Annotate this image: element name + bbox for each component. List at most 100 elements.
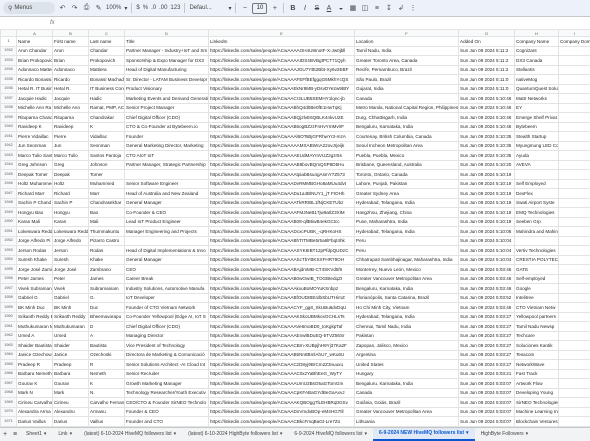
table-cell[interactable] <box>559 360 590 370</box>
table-cell[interactable]: Muthukumaran M <box>17 322 53 332</box>
table-cell[interactable]: Soluciones Kantik <box>515 341 559 351</box>
text-wrap-icon[interactable]: ↲ <box>396 4 405 12</box>
table-cell[interactable]: Janice Ozechow <box>17 350 53 360</box>
column-header[interactable]: C <box>89 30 125 37</box>
table-cell[interactable]: https://linkedin.com/sales/people/ACwAAA… <box>209 132 355 142</box>
table-cell[interactable]: United States <box>355 360 459 370</box>
table-cell[interactable]: R <box>89 360 125 370</box>
table-cell[interactable]: CEO <box>125 265 209 275</box>
table-cell[interactable]: Metro Manila, National Capital Region, P… <box>355 103 459 113</box>
table-cell[interactable]: Seoul Incheon Metropolitan Area <box>355 141 459 151</box>
table-cell[interactable]: Umed A <box>17 331 53 341</box>
row-number[interactable]: 1971 <box>1 417 17 427</box>
table-cell[interactable]: Gourav <box>53 379 89 389</box>
table-cell[interactable]: Brian Prokopovic <box>17 56 53 66</box>
table-cell[interactable]: Sun Jun 09 2024 5:03:27 <box>459 350 515 360</box>
table-cell[interactable]: Canada <box>355 388 459 398</box>
table-cell[interactable]: General Manager <box>125 255 209 265</box>
row-number[interactable]: 1955 <box>1 265 17 275</box>
table-cell[interactable]: Mark <box>53 388 89 398</box>
table-cell[interactable]: Chandrakar <box>89 113 125 123</box>
table-cell[interactable]: Arun Chandar <box>17 46 53 56</box>
table-cell[interactable]: Career Break <box>125 274 209 284</box>
table-cell[interactable]: Puebla, Puebla, Mexico <box>355 151 459 161</box>
table-cell[interactable]: Sun Jun 09 2024 5:10:19 <box>459 208 515 218</box>
table-cell[interactable]: Founder <box>125 132 209 142</box>
row-number[interactable]: 1942 <box>1 141 17 151</box>
sheet-tab[interactable]: Link▾ <box>52 428 78 441</box>
table-cell[interactable] <box>559 293 590 303</box>
table-cell[interactable] <box>125 236 209 246</box>
table-cell[interactable]: Sun Jun 09 2024 5:10:19 <box>459 179 515 189</box>
table-cell[interactable]: Sun Jun 09 2024 5:03:07 <box>459 417 515 427</box>
table-cell[interactable]: Sun Jun 09 2024 5:03:46 <box>459 284 515 294</box>
table-cell[interactable]: Technology Researcher/Youth Executiv <box>125 388 209 398</box>
header-cell[interactable]: Added On <box>459 37 515 47</box>
table-cell[interactable]: Deepak <box>53 170 89 180</box>
row-number[interactable]: 1969 <box>1 398 17 408</box>
table-cell[interactable]: Richard <box>53 189 89 199</box>
header-cell[interactable]: Company Doma <box>559 37 590 47</box>
table-cell[interactable]: Lahore, Punjab, Pakistan <box>355 179 459 189</box>
table-cell[interactable] <box>559 284 590 294</box>
table-cell[interactable] <box>559 312 590 322</box>
table-cell[interactable]: Vaillus <box>89 417 125 427</box>
increase-font-size-button[interactable]: + <box>270 5 279 12</box>
row-number[interactable]: 1935 <box>1 75 17 85</box>
table-cell[interactable] <box>125 170 209 180</box>
table-cell[interactable]: Sun Jun 09 2024 5:10:35 <box>459 132 515 142</box>
table-cell[interactable]: Karan Mali <box>17 217 53 227</box>
chevron-down-icon[interactable]: ▾ <box>124 5 127 12</box>
table-cell[interactable]: Ozechoski <box>89 350 125 360</box>
table-cell[interactable]: Hyderabad, Telangana, India <box>355 312 459 322</box>
header-cell[interactable]: Company Name <box>515 37 559 47</box>
table-cell[interactable]: Stealth Startup <box>515 132 559 142</box>
table-cell[interactable]: https://linkedin.com/sales/people/ACwAAB… <box>209 217 355 227</box>
row-number[interactable]: 1946 <box>1 179 17 189</box>
table-cell[interactable]: SirNEO Technologies <box>515 398 559 408</box>
row-number[interactable]: 1961 <box>1 322 17 332</box>
table-cell[interactable]: Chief Digital Officer (CDO) <box>125 322 209 332</box>
table-cell[interactable]: https://linkedin.com/sales/people/ACwAAA… <box>209 398 355 408</box>
table-cell[interactable]: Pakistan <box>355 331 459 341</box>
table-cell[interactable]: Jerson <box>53 246 89 256</box>
table-cell[interactable]: Michelle Ann <box>53 103 89 113</box>
table-cell[interactable]: https://linkedin.com/sales/people/ACwAAB… <box>209 113 355 123</box>
table-cell[interactable]: Jun <box>53 141 89 151</box>
table-cell[interactable]: Tamil Nadu, India <box>355 46 459 56</box>
table-cell[interactable]: Head of Digital Implementations & Inno <box>125 246 209 256</box>
row-number[interactable]: 1952 <box>1 236 17 246</box>
table-cell[interactable]: Toronto, Ontario, Canada <box>355 170 459 180</box>
table-cell[interactable]: Sun Jun 09 2024 5:11:2 <box>459 56 515 66</box>
table-cell[interactable]: Peter <box>53 274 89 284</box>
table-cell[interactable]: Swati Airport Syste <box>515 198 559 208</box>
merge-cells-icon[interactable]: ◫ <box>360 4 369 12</box>
table-cell[interactable]: https://linkedin.com/sales/people/ACwAAA… <box>209 56 355 66</box>
table-cell[interactable]: Jacquie <box>53 94 89 104</box>
table-cell[interactable]: https://linkedin.com/sales/people/ACwAAA… <box>209 331 355 341</box>
table-cell[interactable]: Rituparna Chandr <box>17 113 53 123</box>
table-cell[interactable]: https://linkedin.com/sales/people/ACwAAB… <box>209 103 355 113</box>
table-cell[interactable]: Ricardo Bonassi <box>17 75 53 85</box>
table-cell[interactable]: Bengaluru, Karnataka, India <box>355 379 459 389</box>
table-cell[interactable]: https://linkedin.com/sales/people/ACwAAC… <box>209 303 355 313</box>
table-cell[interactable] <box>559 94 590 104</box>
table-cell[interactable]: Stellantis <box>515 65 559 75</box>
table-cell[interactable] <box>559 189 590 199</box>
table-cell[interactable]: https://linkedin.com/sales/people/ACwAAA… <box>209 255 355 265</box>
table-cell[interactable] <box>559 265 590 275</box>
table-cell[interactable] <box>559 179 590 189</box>
table-cell[interactable] <box>559 331 590 341</box>
table-cell[interactable]: Florianópolis, Santa Catarina, Brazil <box>355 293 459 303</box>
table-cell[interactable]: https://linkedin.com/sales/people/ACwAAA… <box>209 369 355 379</box>
table-cell[interactable]: Vivek Subraman <box>17 284 53 294</box>
table-cell[interactable]: Marco Tulio Sant <box>17 151 53 161</box>
row-number[interactable]: 1954 <box>1 255 17 265</box>
table-cell[interactable]: Head of Australia and New Zealand <box>125 189 209 199</box>
table-cell[interactable]: Pradeep R <box>17 360 53 370</box>
table-cell[interactable]: Holtz <box>53 179 89 189</box>
row-number[interactable]: 1963 <box>1 341 17 351</box>
table-cell[interactable]: Sun Jun 09 2024 5:03:27 <box>459 322 515 332</box>
table-cell[interactable]: Marketing Events and Demand Generati <box>125 94 209 104</box>
table-cell[interactable]: Bengaluru, Karnataka, India <box>355 122 459 132</box>
